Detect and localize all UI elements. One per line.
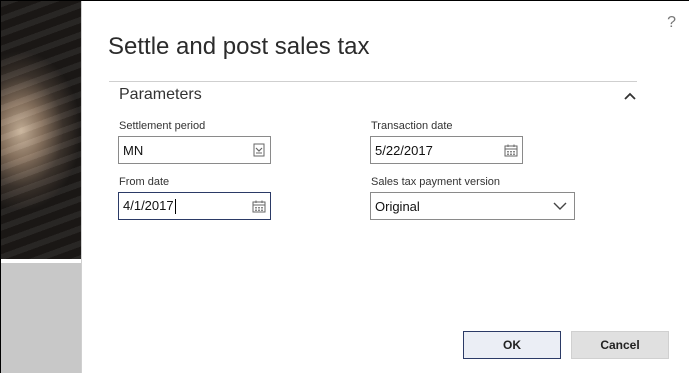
lookup-icon[interactable]: [248, 137, 270, 163]
settlement-period-input[interactable]: MN: [118, 136, 271, 164]
from-date-input[interactable]: 4/1/2017: [118, 192, 271, 220]
settlement-period-label: Settlement period: [119, 120, 206, 132]
help-icon[interactable]: ?: [667, 14, 676, 32]
calendar-icon[interactable]: [500, 137, 522, 163]
dialog-title: Settle and post sales tax: [108, 33, 370, 60]
sales-tax-payment-version-value: Original: [375, 198, 420, 214]
settle-post-sales-tax-dialog: ? Settle and post sales tax Parameters S…: [81, 1, 689, 373]
parameters-section-header[interactable]: Parameters: [109, 82, 637, 108]
chevron-up-icon[interactable]: [623, 88, 637, 100]
section-title: Parameters: [119, 86, 202, 103]
sales-tax-payment-version-select[interactable]: Original: [370, 192, 575, 220]
transaction-date-value: 5/22/2017: [375, 142, 433, 158]
chevron-down-icon[interactable]: [546, 193, 574, 219]
settlement-period-value: MN: [123, 142, 144, 158]
sales-tax-payment-version-label: Sales tax payment version: [371, 176, 501, 188]
transaction-date-label: Transaction date: [371, 120, 453, 132]
calendar-icon[interactable]: [248, 193, 270, 219]
cancel-button[interactable]: Cancel: [571, 331, 669, 359]
background-app-panel: [1, 263, 81, 373]
transaction-date-input[interactable]: 5/22/2017: [370, 136, 523, 164]
from-date-label: From date: [119, 176, 170, 188]
ok-button[interactable]: OK: [463, 331, 561, 359]
background-app-image: [1, 1, 81, 261]
text-caret: [174, 199, 176, 215]
from-date-value: 4/1/2017: [123, 197, 176, 215]
